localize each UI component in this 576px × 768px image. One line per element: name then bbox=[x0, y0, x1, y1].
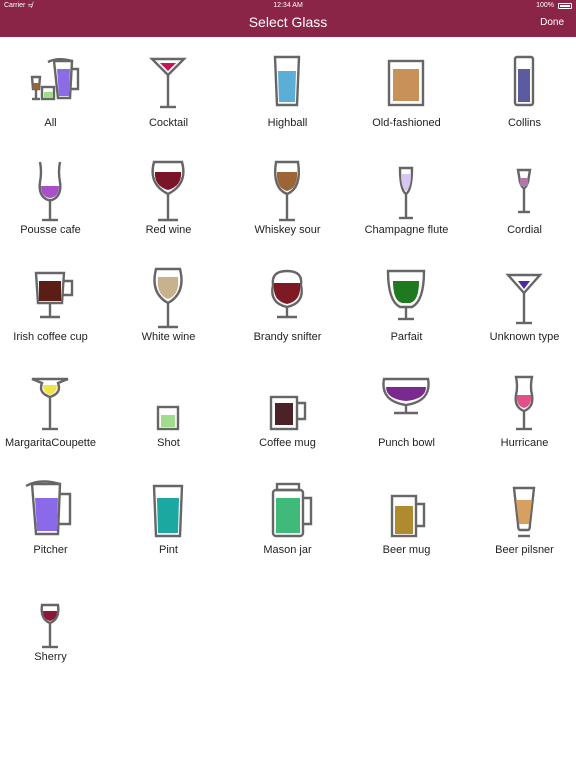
navigation-bar: Carrier ≉ 12:34 AM 100% Select Glass Don… bbox=[0, 0, 576, 37]
brandy-snifter-glass-icon bbox=[271, 269, 303, 319]
glass-option-sherry[interactable]: Sherry bbox=[0, 571, 108, 677]
beer-mug-glass-icon bbox=[390, 494, 426, 538]
highball-glass-icon bbox=[273, 55, 301, 107]
glass-option-white-wine[interactable]: White wine bbox=[111, 251, 226, 357]
glass-option-pousse-cafe[interactable]: Pousse cafe bbox=[0, 144, 108, 250]
glass-option-old-fashioned[interactable]: Old-fashioned bbox=[349, 37, 464, 143]
shot-glass-icon bbox=[156, 405, 180, 431]
glass-option-mason-jar[interactable]: Mason jar bbox=[230, 464, 345, 570]
cocktail-glass-icon bbox=[149, 57, 187, 109]
glass-label: Beer mug bbox=[382, 544, 431, 556]
glass-label: Cordial bbox=[507, 224, 542, 236]
glass-option-whiskey-sour[interactable]: Whiskey sour bbox=[230, 144, 345, 250]
beer-pilsner-glass-icon bbox=[512, 486, 536, 538]
collins-glass-icon bbox=[513, 55, 535, 107]
glass-label: Mason jar bbox=[263, 544, 312, 556]
glass-label: Beer pilsner bbox=[495, 544, 554, 556]
glass-option-beer-pilsner[interactable]: Beer pilsner bbox=[467, 464, 576, 570]
glass-label: Irish coffee cup bbox=[13, 331, 88, 343]
glass-option-all[interactable]: All bbox=[0, 37, 108, 143]
champagne-flute-glass-icon bbox=[398, 166, 414, 220]
battery-icon bbox=[558, 3, 572, 9]
glass-option-champagne-flute[interactable]: Champagne flute bbox=[349, 144, 464, 250]
pousse-cafe-glass-icon bbox=[38, 161, 62, 222]
glass-option-irish-coffee-cup[interactable]: Irish coffee cup bbox=[0, 251, 108, 357]
done-button[interactable]: Done bbox=[540, 17, 564, 28]
parfait-glass-icon bbox=[386, 269, 426, 321]
coffee-mug-glass-icon bbox=[269, 395, 307, 431]
glass-option-pitcher[interactable]: Pitcher bbox=[0, 464, 108, 570]
glass-option-cocktail[interactable]: Cocktail bbox=[111, 37, 226, 143]
white-wine-glass-icon bbox=[153, 267, 183, 329]
old-fashioned-glass-icon bbox=[387, 59, 425, 107]
punch-bowl-glass-icon bbox=[382, 377, 430, 415]
page-title: Select Glass bbox=[248, 14, 328, 30]
status-bar: Carrier ≉ 12:34 AM 100% bbox=[0, 0, 576, 12]
glass-label: Parfait bbox=[390, 331, 423, 343]
margaritacoupette-glass-icon bbox=[31, 377, 69, 431]
glass-option-margaritacoupette[interactable]: MargaritaCoupette bbox=[0, 357, 108, 463]
glass-label: Punch bowl bbox=[378, 437, 435, 449]
glass-option-highball[interactable]: Highball bbox=[230, 37, 345, 143]
glass-option-beer-mug[interactable]: Beer mug bbox=[349, 464, 464, 570]
glass-option-collins[interactable]: Collins bbox=[467, 37, 576, 143]
whiskey-sour-glass-icon bbox=[273, 160, 301, 222]
cordial-glass-icon bbox=[516, 168, 532, 214]
glass-label: Old-fashioned bbox=[372, 117, 441, 129]
glass-option-pint[interactable]: Pint bbox=[111, 464, 226, 570]
irish-coffee-cup-glass-icon bbox=[34, 271, 74, 319]
glass-label: Sherry bbox=[34, 651, 67, 663]
sherry-glass-icon bbox=[40, 603, 60, 649]
glass-label: Collins bbox=[507, 117, 541, 129]
glass-option-parfait[interactable]: Parfait bbox=[349, 251, 464, 357]
glass-option-hurricane[interactable]: Hurricane bbox=[467, 357, 576, 463]
glass-label: Whiskey sour bbox=[254, 224, 321, 236]
glass-label: All bbox=[44, 117, 57, 129]
glass-label: Unknown type bbox=[489, 331, 560, 343]
glass-label: Champagne flute bbox=[364, 224, 449, 236]
glass-label: Pitcher bbox=[33, 544, 68, 556]
glass-label: Coffee mug bbox=[259, 437, 316, 449]
glass-label: Red wine bbox=[145, 224, 192, 236]
glass-label: Highball bbox=[267, 117, 308, 129]
glass-label: Cocktail bbox=[148, 117, 189, 129]
glass-option-cordial[interactable]: Cordial bbox=[467, 144, 576, 250]
glass-label: Hurricane bbox=[500, 437, 549, 449]
glass-label: White wine bbox=[141, 331, 196, 343]
glass-option-punch-bowl[interactable]: Punch bowl bbox=[349, 357, 464, 463]
glass-label: Pousse cafe bbox=[20, 224, 81, 236]
mason-jar-glass-icon bbox=[271, 482, 313, 538]
glass-option-coffee-mug[interactable]: Coffee mug bbox=[230, 357, 345, 463]
hurricane-glass-icon bbox=[514, 375, 534, 431]
clock: 12:34 AM bbox=[273, 2, 303, 9]
unknown-type-glass-icon bbox=[505, 273, 543, 325]
glass-label: Pint bbox=[159, 544, 178, 556]
pitcher-glass-icon bbox=[25, 480, 72, 536]
glass-label: Brandy snifter bbox=[253, 331, 322, 343]
glass-option-unknown-type[interactable]: Unknown type bbox=[467, 251, 576, 357]
glass-option-shot[interactable]: Shot bbox=[111, 357, 226, 463]
all-glass-icon bbox=[30, 58, 80, 101]
glass-option-brandy-snifter[interactable]: Brandy snifter bbox=[230, 251, 345, 357]
pint-glass-icon bbox=[152, 484, 184, 538]
glass-option-red-wine[interactable]: Red wine bbox=[111, 144, 226, 250]
glass-label: MargaritaCoupette bbox=[4, 437, 97, 449]
glass-label: Shot bbox=[157, 437, 180, 449]
battery-percent: 100% bbox=[536, 2, 554, 9]
red-wine-glass-icon bbox=[151, 160, 185, 222]
